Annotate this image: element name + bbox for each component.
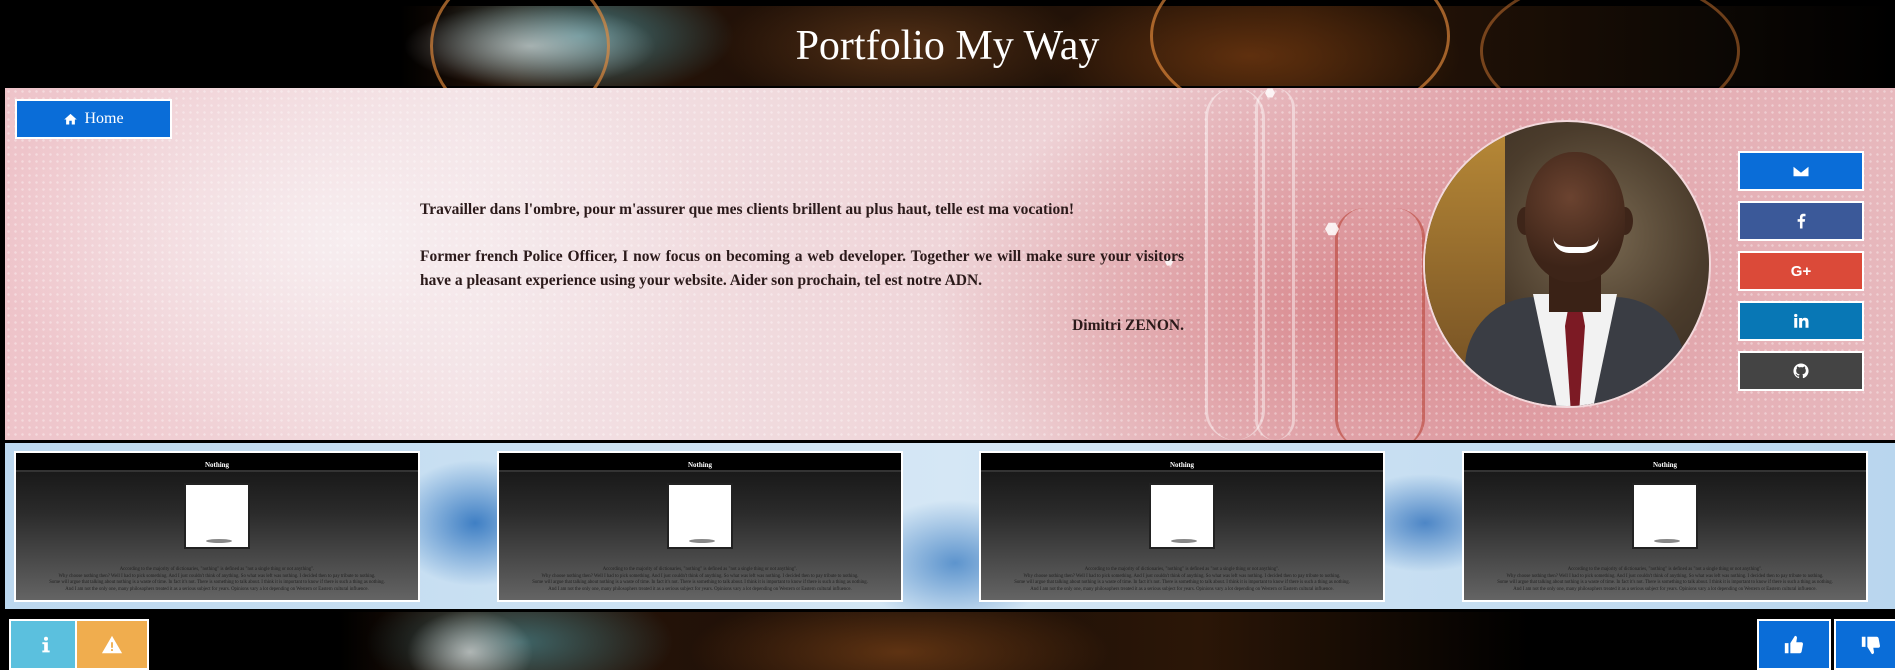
project-card[interactable]: Nothing According to the majority of dic… <box>1462 451 1868 602</box>
project-thumbnail <box>667 483 733 549</box>
projects-gallery: Nothing According to the majority of dic… <box>5 443 1895 609</box>
project-text-line: Some will argue that talking about nothi… <box>49 580 385 585</box>
thumbs-up-icon <box>1784 635 1804 653</box>
dna-helix-decoration <box>1335 208 1425 440</box>
project-description: According to the majority of dictionarie… <box>505 567 895 593</box>
info-button[interactable] <box>9 619 83 670</box>
google-plus-button[interactable]: G+ <box>1738 251 1864 291</box>
project-description: According to the majority of dictionarie… <box>22 567 412 593</box>
project-thumbnail <box>184 483 250 549</box>
project-title: Nothing <box>981 453 1383 472</box>
project-text-line: And I am not the only one, many philosop… <box>1513 586 1817 592</box>
project-thumbnail <box>1632 483 1698 549</box>
project-text-line: Some will argue that talking about nothi… <box>1014 580 1350 585</box>
thumbs-down-icon <box>1861 636 1881 654</box>
linkedin-button[interactable] <box>1738 301 1864 341</box>
like-button[interactable] <box>1757 619 1831 670</box>
page: Portfolio My Way Home Travailler dans l'… <box>0 0 1895 670</box>
project-card[interactable]: Nothing According to the majority of dic… <box>14 451 420 602</box>
linkedin-icon <box>1794 313 1809 328</box>
signature: Dimitri ZENON. <box>1072 317 1184 334</box>
warning-icon <box>101 635 123 653</box>
facebook-icon <box>1797 213 1806 229</box>
project-description: According to the majority of dictionarie… <box>1470 567 1860 593</box>
project-card[interactable]: Nothing According to the majority of dic… <box>497 451 903 602</box>
project-text-line: Some will argue that talking about nothi… <box>532 580 868 585</box>
dislike-button[interactable] <box>1834 619 1895 670</box>
intro-text: Travailler dans l'ombre, pour m'assurer … <box>420 198 1184 361</box>
project-thumbnail <box>1149 483 1215 549</box>
project-text-line: And I am not the only one, many philosop… <box>1030 586 1334 592</box>
project-text-line: And I am not the only one, many philosop… <box>548 586 852 592</box>
project-text-line: And I am not the only one, many philosop… <box>65 586 369 592</box>
github-button[interactable] <box>1738 351 1864 391</box>
bio: Former french Police Officer, I now focu… <box>420 248 1184 289</box>
facebook-button[interactable] <box>1738 201 1864 241</box>
project-title: Nothing <box>1464 453 1866 472</box>
info-icon <box>42 636 50 652</box>
email-button[interactable] <box>1738 151 1864 191</box>
dna-helix-decoration <box>1255 88 1295 440</box>
site-header: Portfolio My Way <box>0 0 1895 126</box>
home-button-label: Home <box>84 110 124 127</box>
project-title: Nothing <box>16 453 418 472</box>
home-icon <box>64 113 78 124</box>
project-card[interactable]: Nothing According to the majority of dic… <box>979 451 1385 602</box>
github-icon <box>1793 363 1809 379</box>
home-button[interactable]: Home <box>15 99 172 139</box>
warning-button[interactable] <box>75 619 149 670</box>
profile-avatar <box>1423 120 1711 408</box>
site-footer <box>0 612 1895 670</box>
envelope-icon <box>1793 165 1809 177</box>
site-title: Portfolio My Way <box>795 23 1100 69</box>
avatar-head <box>1525 152 1625 282</box>
project-description: According to the majority of dictionarie… <box>987 567 1377 593</box>
project-text-line: Some will argue that talking about nothi… <box>1497 580 1833 585</box>
google-plus-icon: G+ <box>1790 262 1812 280</box>
tagline: Travailler dans l'ombre, pour m'assurer … <box>420 201 1075 218</box>
project-title: Nothing <box>499 453 901 472</box>
